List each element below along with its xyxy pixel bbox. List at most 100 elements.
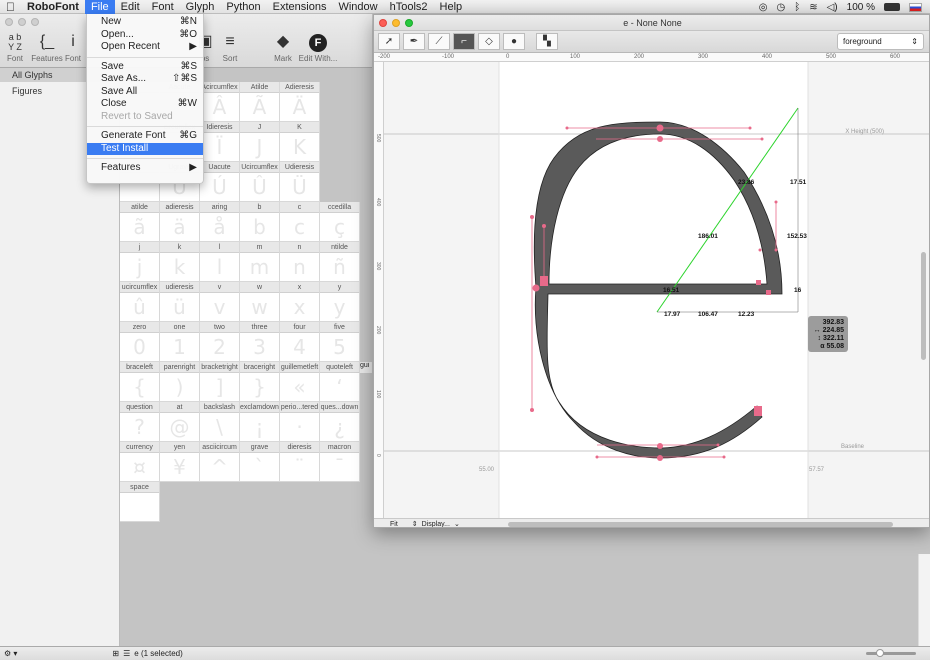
glyph-cell[interactable]: Udieresis Ü [280,162,320,202]
menu-item-save[interactable]: Save ⌘S [87,61,203,74]
glyph-cell[interactable]: Acircumflex Â [200,82,240,122]
glyph-cell[interactable]: ques...down ¿ [320,402,360,442]
menu-item-close[interactable]: Close ⌘W [87,98,203,111]
glyph-cell[interactable]: yen ¥ [160,442,200,482]
bluetooth-icon[interactable]: ᛒ [794,2,800,13]
flag-icon[interactable] [909,2,922,12]
layers-tool-icon[interactable]: ▚ [536,33,558,50]
chevron-updown-icon[interactable]: ⇕ [412,520,418,527]
glyph-cell[interactable]: yy [320,282,360,322]
battery-label[interactable]: 100 % [847,2,875,13]
edit-with-toolbar-button[interactable]: F Edit With... [298,30,338,66]
glyph-cell[interactable]: vv [200,282,240,322]
glyph-cell[interactable]: kk [160,242,200,282]
glyph-cell[interactable]: exclamdown ¡ [240,402,280,442]
time-machine-icon[interactable]: ◷ [776,2,785,13]
glyph-cell[interactable]: udieresis ü [160,282,200,322]
glyph-cell[interactable]: backslash \ [200,402,240,442]
menu-htools2[interactable]: hTools2 [384,0,434,14]
glyph-cell[interactable]: nn [280,242,320,282]
glyph-cell[interactable]: parenright) [160,362,200,402]
glyph-cell[interactable]: asciicircum ^ [200,442,240,482]
glyph-cell[interactable]: five 5 [320,322,360,362]
minimize-button[interactable] [392,19,400,27]
zoom-slider[interactable] [866,649,916,657]
layer-select[interactable]: foreground ⇕ [837,33,924,50]
glyph-cell[interactable]: KK [280,122,320,162]
glyph-cell[interactable]: xx [280,282,320,322]
glyph-cell[interactable]: ccedilla ç [320,202,360,242]
sort-toolbar-button[interactable]: ≡ Sort [210,30,250,66]
knife-tool-icon[interactable]: ⟋ [428,33,450,50]
menu-item-open-recent[interactable]: Open Recent ▶ [87,41,203,54]
menu-item-generate-font[interactable]: Generate Font ⌘G [87,130,203,143]
glyph-cell[interactable]: ucircumflex û [120,282,160,322]
menu-python[interactable]: Python [220,0,266,14]
grid-view-icon[interactable]: ⊞ [112,649,119,658]
battery-icon[interactable] [884,3,900,11]
glyph-cell[interactable]: ntilde ñ [320,242,360,282]
glyph-cell[interactable]: guillemetleft « [280,362,320,402]
glyph-cell[interactable]: question? [120,402,160,442]
menu-item-save-as[interactable]: Save As... ⇧⌘S [87,73,203,86]
zoom-slider-knob[interactable] [876,649,884,657]
font-toolbar-button[interactable]: a b Y Z Font [0,30,30,66]
glyph-cell[interactable]: jj [120,242,160,282]
glyph-cell[interactable]: ll [200,242,240,282]
menu-file[interactable]: File [84,0,115,14]
glyph-cell[interactable]: adieresis ä [160,202,200,242]
menu-item-new[interactable]: New ⌘N [87,16,203,29]
zoom-button[interactable] [405,19,413,27]
glyph-cell[interactable]: space [120,482,160,522]
zoom-value[interactable]: Fit [390,521,398,528]
close-button[interactable] [5,18,13,26]
eraser-tool-icon[interactable]: ◇ [478,33,500,50]
measure-tool-icon[interactable]: ⌐ [453,33,475,50]
close-button[interactable] [379,19,387,27]
menu-item-save-all[interactable]: Save All [87,86,203,99]
glyph-cell[interactable]: mm [240,242,280,282]
menu-window[interactable]: Window [332,0,383,14]
menu-item-test-install[interactable]: Test Install [87,142,203,155]
menu-edit[interactable]: Edit [115,0,146,14]
creative-cloud-icon[interactable]: ◎ [759,2,768,13]
pointer-tool-icon[interactable]: ➚ [378,33,400,50]
canvas-scrollbar-horizontal[interactable] [507,521,893,527]
glyph-cell[interactable]: quoteleft ‘ [320,362,360,402]
glyph-cell[interactable]: Ucircumflex Û [240,162,280,202]
glyph-cell[interactable]: at @ [160,402,200,442]
canvas-scrollbar-vertical[interactable] [921,252,926,360]
shapes-tool-icon[interactable]: ● [503,33,525,50]
menu-glyph[interactable]: Glyph [180,0,221,14]
zoom-button[interactable] [31,18,39,26]
glyph-cell[interactable]: grave ` [240,442,280,482]
glyph-cell[interactable]: zero 0 [120,322,160,362]
glyph-cell[interactable]: Adieresis Ä [280,82,320,122]
volume-icon[interactable]: ◁) [827,2,838,13]
list-view-icon[interactable]: ☰ [123,649,130,658]
glyph-cell[interactable]: cc [280,202,320,242]
wifi-icon[interactable]: ≋ [809,2,817,13]
menu-item-open[interactable]: Open... ⌘O [87,29,203,42]
glyph-cell[interactable]: bb [240,202,280,242]
glyph-cell[interactable]: four 4 [280,322,320,362]
glyph-cell[interactable]: perio...tered · [280,402,320,442]
menu-extensions[interactable]: Extensions [267,0,333,14]
glyph-canvas[interactable]: X Height (500) Baseline 55.00 57.57 23.8… [384,62,930,518]
chevron-down-icon[interactable]: ⌄ [454,520,460,527]
mark-toolbar-button[interactable]: ◆ Mark [263,30,303,66]
apple-icon[interactable]:  [0,0,21,14]
font2-toolbar-button[interactable]: i Font [58,30,88,66]
font-scrollbar[interactable] [918,554,930,646]
glyph-cell[interactable]: Uacute Ú [200,162,240,202]
glyph-cell[interactable]: bracketright] [200,362,240,402]
menu-item-features[interactable]: Features ▶ [87,162,203,175]
glyph-cell[interactable]: one 1 [160,322,200,362]
glyph-cell[interactable]: JJ [240,122,280,162]
gear-icon[interactable]: ⚙ ▾ [4,649,17,658]
glyph-cell[interactable]: macron ¯ [320,442,360,482]
menu-font[interactable]: Font [146,0,180,14]
glyph-cell[interactable]: currency ¤ [120,442,160,482]
glyph-cell[interactable]: braceleft { [120,362,160,402]
glyph-drawing[interactable]: X Height (500) Baseline 55.00 57.57 23.8… [384,62,930,518]
